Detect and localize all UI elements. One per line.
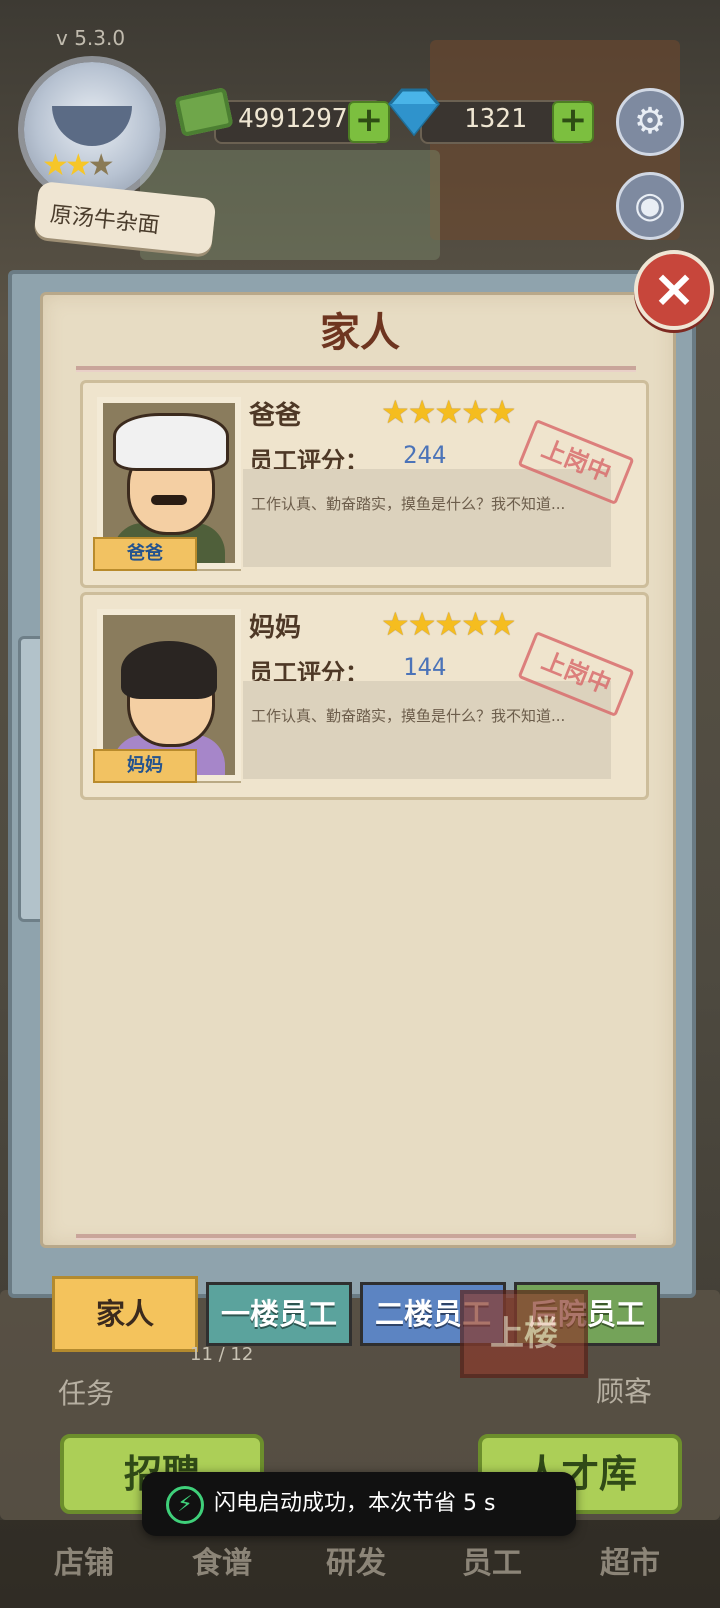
- customer-label[interactable]: 顾客: [596, 1370, 652, 1410]
- employee-name-ribbon: 爸爸: [93, 537, 197, 571]
- nav-research[interactable]: 研发: [326, 1538, 386, 1582]
- nav-recipes[interactable]: 食谱: [192, 1538, 252, 1582]
- task-label[interactable]: 任务: [58, 1372, 114, 1412]
- tab-first-floor-staff[interactable]: 一楼员工: [206, 1282, 352, 1346]
- employee-description-box: [243, 681, 611, 779]
- bottom-divider: [76, 1234, 636, 1240]
- title-divider: [76, 366, 636, 372]
- upstairs-sign[interactable]: 上楼: [460, 1290, 588, 1378]
- camera-icon[interactable]: ◉: [616, 172, 684, 240]
- shop-rating-stars: ★★★: [42, 148, 115, 183]
- employee-card[interactable]: 爸爸 爸爸 ★★★★★ 员工评分： 244 工作认真、勤奋踏实，摸鱼是什么？我不…: [80, 380, 649, 588]
- settings-gear-icon[interactable]: ⚙: [616, 88, 684, 156]
- portrait-mustache: [151, 495, 187, 505]
- employee-description: 工作认真、勤奋踏实，摸鱼是什么？我不知道...: [251, 707, 566, 725]
- employee-description-box: [243, 469, 611, 567]
- lightning-icon: ⚡: [166, 1486, 204, 1524]
- employee-name-ribbon: 妈妈: [93, 749, 197, 783]
- portrait-hair: [121, 641, 217, 699]
- employee-description: 工作认真、勤奋踏实，摸鱼是什么？我不知道...: [251, 495, 566, 513]
- toast-notification: ⚡ 闪电启动成功，本次节省 5 s: [142, 1472, 576, 1536]
- version-label: v 5.3.0: [56, 26, 126, 50]
- close-button[interactable]: ×: [634, 250, 714, 330]
- toast-message: 闪电启动成功，本次节省 5 s: [214, 1491, 496, 1516]
- nav-supermarket[interactable]: 超市: [600, 1538, 660, 1582]
- shop-level-badge[interactable]: ★★★: [24, 62, 160, 198]
- cash-value: 4991297: [238, 104, 348, 134]
- tab-family[interactable]: 家人: [52, 1276, 198, 1352]
- dialog-title: 家人: [320, 309, 400, 356]
- task-progress: 11 / 12: [190, 1344, 254, 1365]
- employee-name: 爸爸: [249, 401, 302, 431]
- nav-shop[interactable]: 店铺: [54, 1538, 114, 1582]
- diamond-icon: [388, 88, 440, 137]
- nav-staff[interactable]: 员工: [462, 1538, 522, 1582]
- employee-stars: ★★★★★: [381, 605, 516, 643]
- employee-name: 妈妈: [249, 613, 302, 643]
- gem-value: 1321: [464, 104, 527, 134]
- employee-stars: ★★★★★: [381, 393, 516, 431]
- chef-hat-icon: [113, 413, 229, 471]
- add-gems-button[interactable]: +: [552, 101, 594, 143]
- employee-score: 144: [403, 653, 447, 681]
- employee-card[interactable]: 妈妈 妈妈 ★★★★★ 员工评分： 144 工作认真、勤奋踏实，摸鱼是什么？我不…: [80, 592, 649, 800]
- employee-score: 244: [403, 441, 447, 469]
- noodle-bowl-icon: [52, 106, 132, 146]
